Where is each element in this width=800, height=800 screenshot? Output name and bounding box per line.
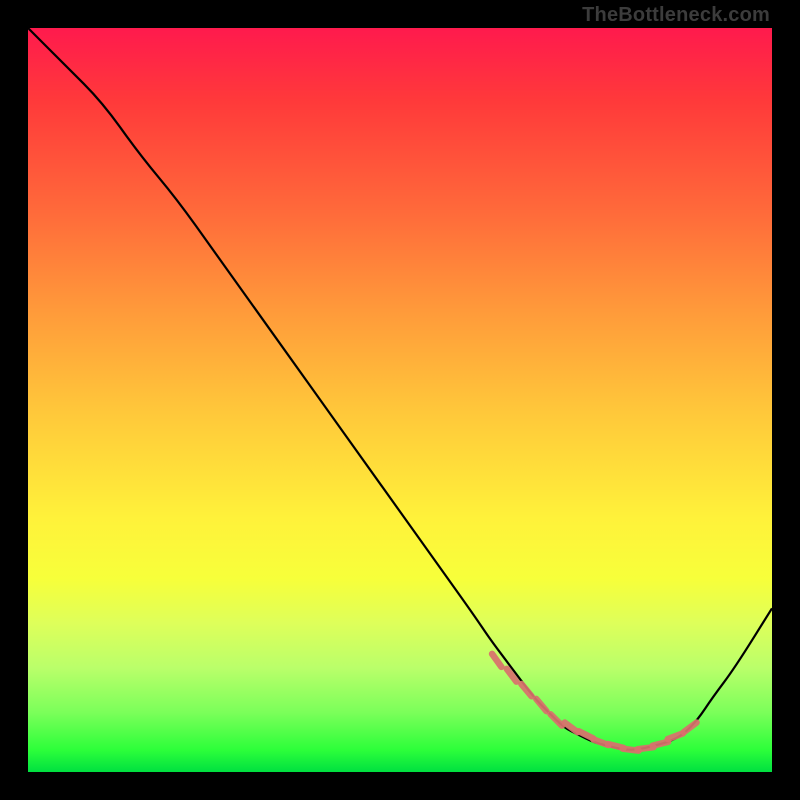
plot-area — [28, 28, 772, 772]
chart-frame: TheBottleneck.com — [0, 0, 800, 800]
highlight-ticks — [492, 654, 696, 751]
bottleneck-curve — [28, 28, 772, 750]
chart-svg — [28, 28, 772, 772]
watermark-text: TheBottleneck.com — [582, 4, 770, 27]
